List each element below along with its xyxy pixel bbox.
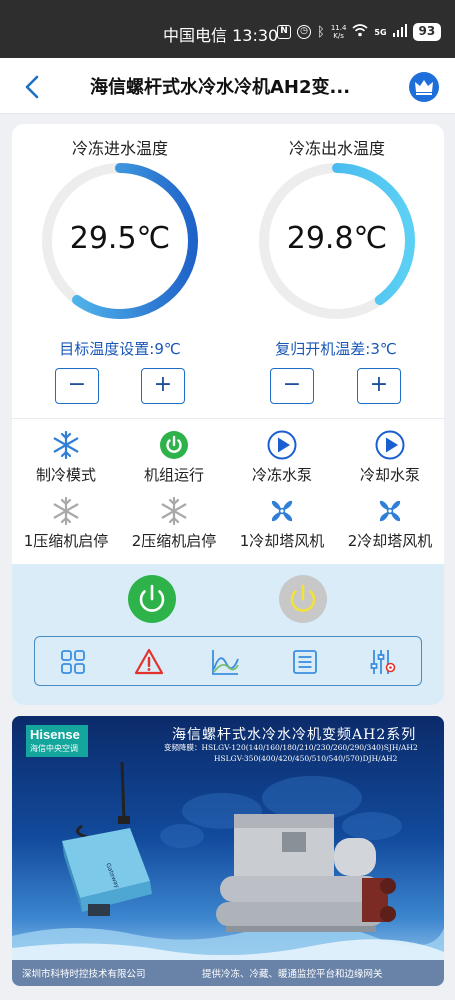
warning-icon[interactable] [134, 647, 164, 677]
status-label: 1压缩机启停 [23, 532, 109, 550]
company-name: 深圳市科特时控技术有限公司 [22, 969, 146, 980]
chart-icon[interactable] [210, 647, 240, 677]
status-label: 制冷模式 [35, 466, 96, 484]
navigation-bar: 海信螺杆式水冷水冷机AH2变... [0, 58, 455, 114]
signal-icon [392, 23, 407, 41]
network-type: 5G [374, 27, 387, 37]
control-card: 冷冻进水温度 29.5℃ 冷冻出水温度 29.8℃ 目标温度设置:9℃ − + … [12, 124, 444, 705]
grid-icon[interactable] [58, 647, 88, 677]
status-compressor-2: 2压缩机启停 [120, 496, 228, 551]
gauge-title-outlet: 冷冻出水温度 [288, 139, 385, 158]
page-title: 海信螺杆式水冷水冷机AH2变... [90, 77, 351, 98]
power-off-button[interactable] [279, 575, 327, 623]
fan-icon [271, 500, 293, 522]
status-bar-carrier-time: 中国电信 13:30 [163, 22, 278, 46]
status-bar: 中国电信 13:30 N ◷ ᛒ 11.4 K/s 5G 93 [0, 0, 455, 58]
restart-diff-increase-button[interactable]: + [357, 368, 401, 404]
hisense-logo: Hisense 海信中央空调 [26, 725, 88, 757]
snowflake-icon [53, 430, 79, 460]
status-compressor-1: 1压缩机启停 [12, 496, 120, 551]
brand-subtitle: 海信中央空调 [30, 744, 78, 753]
function-toolbar [34, 636, 422, 686]
status-label: 1冷却塔风机 [239, 532, 325, 550]
play-icon [375, 430, 405, 460]
sliders-icon[interactable] [367, 647, 397, 677]
back-button[interactable] [20, 74, 46, 100]
product-banner[interactable]: Gateway Hisense 海信中央空调 海信螺杆式水冷水冷机变频AH2系列… [12, 716, 444, 986]
status-label: 机组运行 [143, 466, 204, 484]
status-cooling-water-pump: 冷却水泵 [336, 430, 444, 485]
models-line-1: 变频降膜：HSLGV-120(140/160/180/210/230/260/2… [164, 743, 418, 752]
company-services: 提供冷冻、冷藏、暖通监控平台和边缘网关 [202, 969, 383, 980]
banner-footer: 深圳市科特时控技术有限公司 提供冷冻、冷藏、暖通监控平台和边缘网关 [12, 960, 444, 986]
snowflake-icon [53, 496, 79, 526]
chevron-left-icon [25, 75, 39, 99]
banner-models: 变频降膜：HSLGV-120(140/160/180/210/230/260/2… [164, 742, 418, 764]
list-icon[interactable] [290, 647, 320, 677]
play-icon [267, 430, 297, 460]
banner-title: 海信螺杆式水冷水冷机变频AH2系列 [172, 727, 417, 743]
control-panel [12, 564, 444, 705]
target-temp-decrease-button[interactable]: − [55, 368, 99, 404]
clock-time: 13:30 [232, 26, 279, 45]
power-on-button[interactable] [128, 575, 176, 623]
power-off-icon [290, 584, 316, 612]
status-cooling-tower-fan-2: 2冷却塔风机 [336, 496, 444, 551]
models-line-2: HSLGV-350(400/420/450/510/540/570)DJH/AH… [214, 754, 398, 763]
vip-crown-button[interactable] [409, 72, 439, 102]
status-chilled-water-pump: 冷冻水泵 [228, 430, 336, 485]
net-speed-unit: K/s [333, 32, 344, 40]
restart-diff-decrease-button[interactable]: − [270, 368, 314, 404]
snowflake-icon [161, 496, 187, 526]
nfc-icon: N [277, 25, 291, 39]
battery-level: 93 [412, 23, 442, 41]
wifi-icon [352, 23, 368, 41]
inlet-temperature-value: 29.5℃ [69, 221, 171, 256]
power-on-icon [139, 584, 165, 612]
status-label: 冷冻水泵 [251, 466, 312, 484]
status-label: 2冷却塔风机 [347, 532, 433, 550]
target-temp-setting-label: 目标温度设置:9℃ [59, 340, 181, 358]
outlet-temperature-value: 29.8℃ [286, 221, 388, 256]
carrier-name: 中国电信 [163, 26, 228, 45]
target-temp-increase-button[interactable]: + [141, 368, 185, 404]
divider [12, 418, 444, 419]
brand-name: Hisense [30, 727, 80, 742]
crown-icon [415, 80, 433, 95]
gauge-title-inlet: 冷冻进水温度 [71, 139, 168, 158]
status-label: 2压缩机启停 [131, 532, 217, 550]
restart-diff-setting-label: 复归开机温差:3℃ [275, 340, 397, 358]
status-icons: N ◷ ᛒ 11.4 K/s 5G 93 [277, 22, 442, 42]
alarm-icon: ◷ [297, 25, 311, 39]
status-unit-running: 机组运行 [120, 430, 228, 485]
power-on-icon [160, 431, 188, 459]
fan-icon [379, 500, 401, 522]
status-cooling-tower-fan-1: 1冷却塔风机 [228, 496, 336, 551]
bluetooth-icon: ᛒ [317, 24, 325, 40]
status-label: 冷却水泵 [359, 466, 420, 484]
net-speed-value: 11.4 [330, 24, 347, 32]
status-cooling-mode: 制冷模式 [12, 430, 120, 485]
net-speed: 11.4 K/s [331, 24, 347, 40]
